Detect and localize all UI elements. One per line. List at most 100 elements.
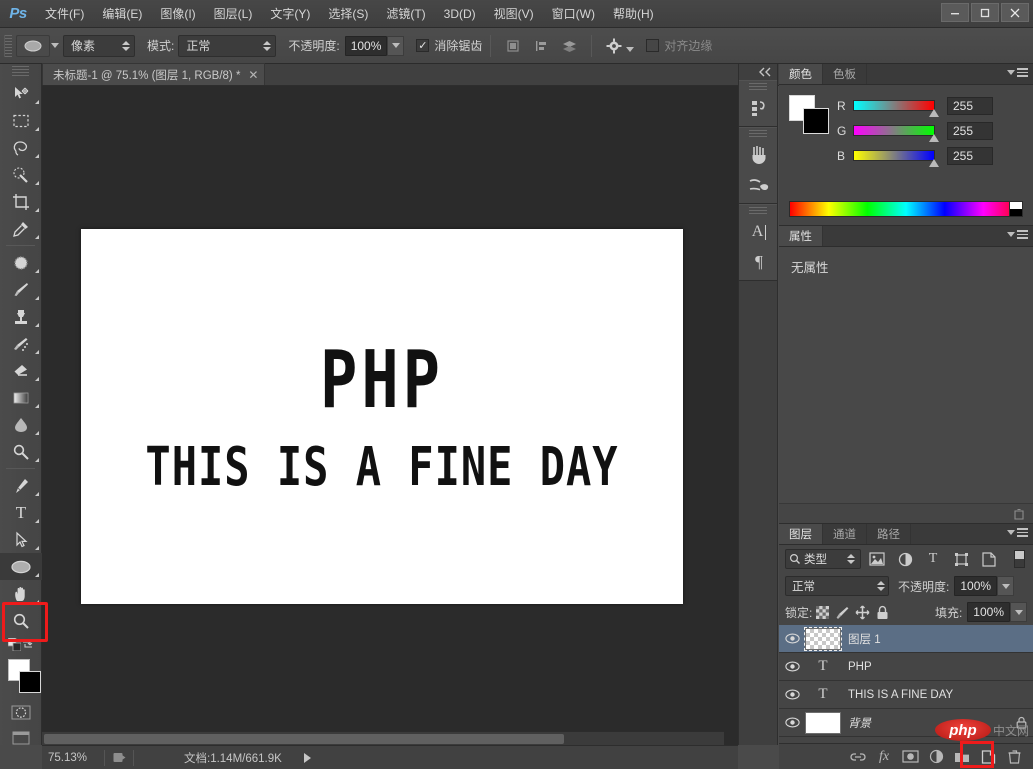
current-tool-preview[interactable] <box>16 34 50 57</box>
path-operations-icon[interactable] <box>502 35 524 57</box>
layers-panel-menu-button[interactable] <box>1007 528 1028 537</box>
document-tab-close-icon[interactable]: ✕ <box>248 68 258 82</box>
shape-kind-dropdown[interactable]: 像素 <box>63 34 135 57</box>
ellipse-tool[interactable] <box>0 553 42 580</box>
menu-window[interactable]: 窗口(W) <box>543 0 604 28</box>
slider-value-b[interactable]: 255 <box>947 146 993 165</box>
layer-thumbnail[interactable] <box>805 711 841 734</box>
layer-visibility-icon[interactable] <box>779 661 805 672</box>
table-row[interactable]: 图层 1 <box>779 625 1033 653</box>
menu-filter[interactable]: 滤镜(T) <box>377 0 434 28</box>
filter-type-icon[interactable]: T <box>921 549 945 569</box>
paragraph-panel-icon[interactable]: ¶ <box>739 247 779 277</box>
slider-knob-b[interactable] <box>929 159 939 167</box>
menu-3d[interactable]: 3D(D) <box>435 0 485 28</box>
eraser-tool[interactable] <box>0 357 42 384</box>
new-layer-button[interactable] <box>975 745 1001 769</box>
horizontal-scroll-thumb[interactable] <box>44 734 564 744</box>
layer-visibility-icon[interactable] <box>779 633 805 644</box>
history-panel-icon[interactable] <box>739 93 779 123</box>
lock-all-icon[interactable] <box>872 602 892 622</box>
properties-delete-icon[interactable] <box>1013 508 1025 520</box>
slider-track-b[interactable] <box>853 150 939 167</box>
dock-collapse-button[interactable] <box>739 64 777 80</box>
rectangular-marquee-tool[interactable] <box>0 107 42 134</box>
path-alignment-icon[interactable] <box>530 35 552 57</box>
tab-channels[interactable]: 通道 <box>823 524 867 544</box>
menu-type[interactable]: 文字(Y) <box>261 0 319 28</box>
horizontal-type-tool[interactable]: T <box>0 499 42 526</box>
dodge-tool[interactable] <box>0 438 42 465</box>
tab-color[interactable]: 颜色 <box>779 64 823 84</box>
document-tab[interactable]: 未标题-1 @ 75.1% (图层 1, RGB/8) * ✕ <box>42 63 266 85</box>
filter-pixel-icon[interactable] <box>865 549 889 569</box>
layer-filter-type-dropdown[interactable]: 类型 <box>785 549 861 569</box>
zoom-level[interactable]: 75.13% <box>42 752 100 764</box>
dock-group-grip[interactable] <box>749 130 767 139</box>
brush-presets-panel-icon[interactable] <box>739 170 779 200</box>
spectrum-white-black-swatch[interactable] <box>1009 202 1022 216</box>
close-button[interactable] <box>1001 3 1029 22</box>
layer-name[interactable]: 图层 1 <box>848 631 1033 647</box>
layer-fill-dropdown-button[interactable] <box>1010 602 1027 622</box>
path-selection-tool[interactable] <box>0 526 42 553</box>
spot-healing-brush-tool[interactable] <box>0 249 42 276</box>
filter-shape-icon[interactable] <box>949 549 973 569</box>
layer-thumbnail[interactable]: T <box>805 656 841 678</box>
eyedropper-tool[interactable] <box>0 215 42 242</box>
dock-group-grip[interactable] <box>749 207 767 216</box>
canvas-horizontal-scrollbar[interactable] <box>42 731 724 745</box>
brush-tool[interactable] <box>0 276 42 303</box>
layer-name[interactable]: PHP <box>848 661 1033 673</box>
slider-knob-g[interactable] <box>929 134 939 142</box>
default-colors-icon[interactable] <box>8 638 21 651</box>
slider-knob-r[interactable] <box>929 109 939 117</box>
filter-smartobject-icon[interactable] <box>977 549 1001 569</box>
antialias-checkbox[interactable]: ✓ <box>416 39 430 52</box>
mode-dropdown[interactable]: 正常 <box>178 34 277 57</box>
layer-mask-button[interactable] <box>897 745 923 769</box>
layer-visibility-icon[interactable] <box>779 689 805 700</box>
color-panel-menu-button[interactable] <box>1007 68 1028 77</box>
maximize-button[interactable] <box>971 3 999 22</box>
align-edges-checkbox[interactable] <box>646 39 660 52</box>
table-row[interactable]: T PHP <box>779 653 1033 681</box>
background-color-swatch[interactable] <box>19 671 41 693</box>
brush-panel-icon[interactable] <box>739 140 779 170</box>
crop-tool[interactable] <box>0 188 42 215</box>
document-artboard[interactable]: PHP THIS IS A FINE DAY <box>81 229 683 604</box>
layer-opacity-input[interactable]: 100% <box>954 576 998 596</box>
menu-help[interactable]: 帮助(H) <box>604 0 663 28</box>
lasso-tool[interactable] <box>0 134 42 161</box>
properties-panel-menu-button[interactable] <box>1007 230 1028 239</box>
filter-adjustment-icon[interactable] <box>893 549 917 569</box>
quick-selection-tool[interactable] <box>0 161 42 188</box>
zoom-tool[interactable] <box>0 607 42 634</box>
table-row[interactable]: T THIS IS A FINE DAY <box>779 681 1033 709</box>
blend-mode-dropdown[interactable]: 正常 <box>785 576 889 596</box>
align-edges-checkbox-wrap[interactable]: 对齐边缘 <box>646 37 712 54</box>
slider-value-g[interactable]: 255 <box>947 121 993 140</box>
menu-file[interactable]: 文件(F) <box>36 0 93 28</box>
slider-track-g[interactable] <box>853 125 939 142</box>
status-expand-arrow-icon[interactable] <box>303 752 311 763</box>
blur-tool[interactable] <box>0 411 42 438</box>
move-tool[interactable] <box>0 80 42 107</box>
hand-tool[interactable] <box>0 580 42 607</box>
layer-name[interactable]: THIS IS A FINE DAY <box>848 689 1033 701</box>
swap-colors-icon[interactable] <box>21 638 34 651</box>
lock-position-icon[interactable] <box>852 602 872 622</box>
new-group-button[interactable] <box>949 745 975 769</box>
antialias-checkbox-wrap[interactable]: ✓ 消除锯齿 <box>416 37 482 54</box>
layer-visibility-icon[interactable] <box>779 717 805 728</box>
tab-paths[interactable]: 路径 <box>867 524 911 544</box>
pen-tool[interactable] <box>0 472 42 499</box>
link-layers-button[interactable] <box>845 745 871 769</box>
menu-image[interactable]: 图像(I) <box>151 0 204 28</box>
adjustment-layer-button[interactable] <box>923 745 949 769</box>
color-background-swatch[interactable] <box>803 108 829 134</box>
dock-group-grip[interactable] <box>749 83 767 92</box>
tab-swatches[interactable]: 色板 <box>823 64 867 84</box>
clone-stamp-tool[interactable] <box>0 303 42 330</box>
layer-opacity-dropdown-button[interactable] <box>997 576 1015 596</box>
